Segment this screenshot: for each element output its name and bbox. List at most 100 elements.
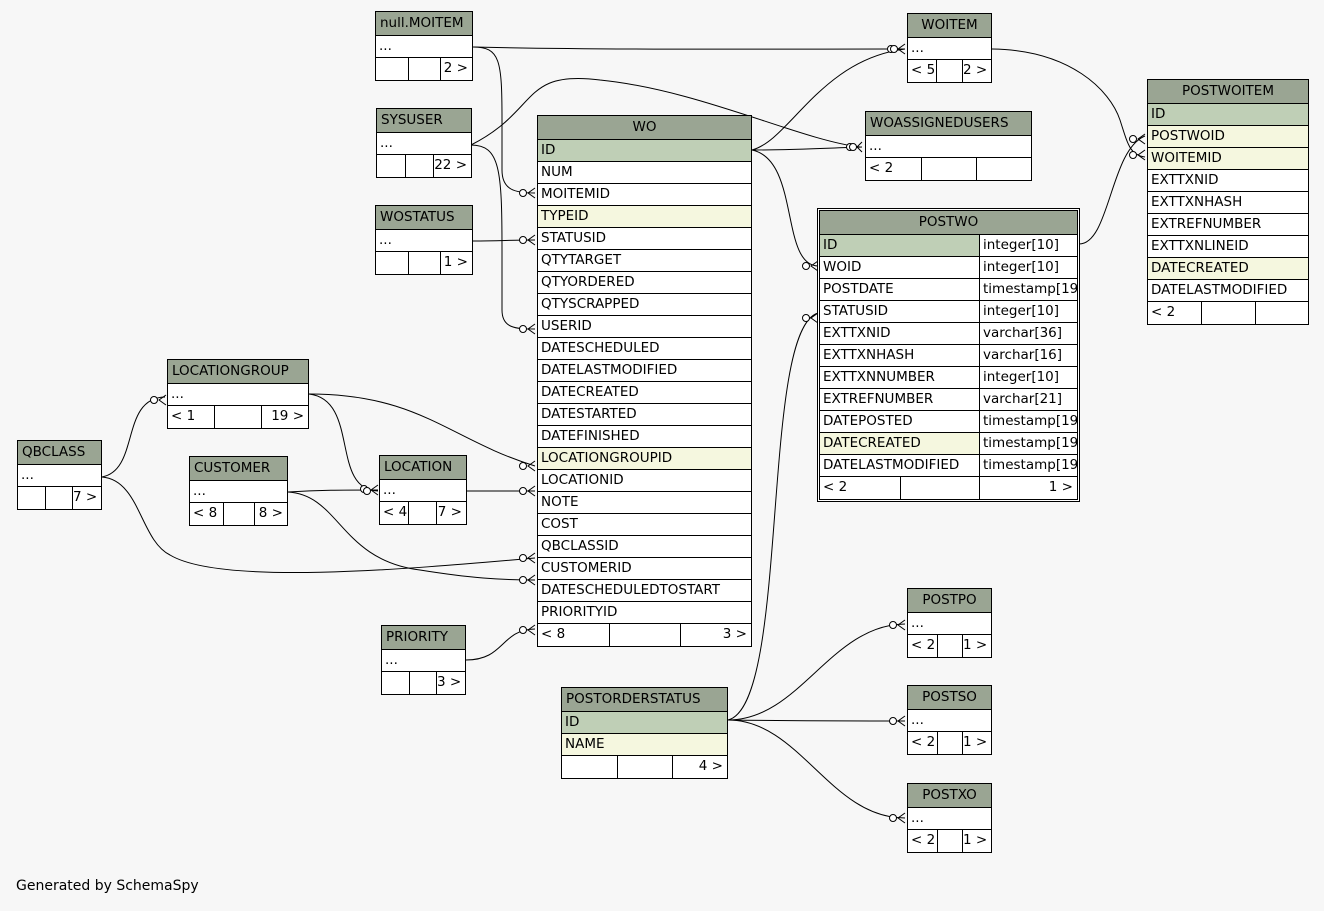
column-row: DATEPOSTED timestamp[19] — [820, 411, 1077, 433]
column-row: EXTTXNHASH varchar[16] — [820, 345, 1077, 367]
cell-text: 4 > — [698, 758, 723, 774]
cell-text: NAME — [565, 736, 605, 752]
cell-text: 22 > — [434, 157, 467, 173]
column-row: CUSTOMERID — [538, 558, 751, 580]
column-row: EXTREFNUMBER varchar[21] — [820, 389, 1077, 411]
column-ellipsis: ... — [911, 810, 924, 826]
cell-text: LOCATIONID — [541, 472, 624, 488]
column-row: ... — [190, 481, 287, 503]
table-postorderstatus[interactable]: POSTORDERSTATUS ID NAME 4 > — [561, 687, 728, 779]
cell-text: QTYSCRAPPED — [541, 296, 640, 312]
table-footer: < 4 7 > — [380, 502, 466, 524]
table-name: POSTWO — [820, 211, 1077, 235]
table-name: POSTWOITEM — [1148, 80, 1308, 104]
edge-moitem-woitem — [472, 46, 906, 50]
column-row: POSTWOID — [1148, 126, 1308, 148]
column-row: DATECREATED — [1148, 258, 1308, 280]
table-footer: < 1 19 > — [168, 406, 308, 428]
column-row: DATESTARTED — [538, 404, 751, 426]
cell-text: EXTTXNLINEID — [1151, 238, 1249, 254]
table-customer[interactable]: CUSTOMER ... < 8 8 > — [189, 456, 288, 526]
cell-text — [618, 756, 673, 778]
table-postwo[interactable]: POSTWO ID integer[10] WOID integer[10] POS… — [817, 208, 1080, 502]
edge-pos-postxo — [727, 719, 906, 819]
edge-priority-wo — [465, 628, 536, 661]
table-name: CUSTOMER — [190, 457, 287, 481]
cell-text — [409, 252, 441, 274]
table-priority[interactable]: PRIORITY ... 3 > — [381, 625, 466, 695]
column-row: DATELASTMODIFIED timestamp[19] — [820, 455, 1077, 477]
table-name: WOASSIGNEDUSERS — [866, 112, 1031, 136]
cell-text: STATUSID — [823, 303, 889, 319]
cell-text — [938, 635, 963, 657]
cell-text: 1 > — [443, 254, 468, 270]
cell-text — [938, 732, 963, 754]
table-woitem[interactable]: WOITEM ... < 5 2 > — [907, 13, 992, 83]
column-row: LOCATIONGROUPID — [538, 448, 751, 470]
table-sysuser[interactable]: SYSUSER ... 22 > — [376, 108, 472, 178]
cell-text: 1 > — [963, 734, 988, 750]
column-ellipsis: ... — [21, 467, 34, 483]
table-postwoitem[interactable]: POSTWOITEM ID POSTWOID WOITEMID EXTTXNID… — [1147, 79, 1309, 325]
column-row: LOCATIONID — [538, 470, 751, 492]
table-wo[interactable]: WO ID NUM MOITEMID TYPEID STATUSID QTYTA… — [537, 115, 752, 647]
edge-pos-postso — [727, 719, 906, 722]
cell-text: COST — [541, 516, 578, 532]
cell-text: < 2 — [908, 635, 938, 657]
column-ellipsis: ... — [911, 712, 924, 728]
column-row: COST — [538, 514, 751, 536]
cell-text: varchar[36] — [979, 323, 1077, 344]
table-postpo[interactable]: POSTPO ... < 2 1 > — [907, 588, 992, 658]
cell-text: 3 > — [722, 626, 747, 642]
cell-text: 1 > — [963, 832, 988, 848]
table-wostatus[interactable]: WOSTATUS ... 1 > — [375, 205, 473, 275]
cell-text: timestamp[19] — [979, 455, 1077, 476]
column-row: ... — [380, 480, 466, 502]
table-postxo[interactable]: POSTXO ... < 2 1 > — [907, 783, 992, 853]
cell-text: WOID — [823, 259, 862, 275]
column-row: NAME — [562, 734, 727, 756]
table-footer: < 8 8 > — [190, 503, 287, 525]
table-locationgroup[interactable]: LOCATIONGROUP ... < 1 19 > — [167, 359, 309, 429]
column-row: QBCLASSID — [538, 536, 751, 558]
column-row: ... — [908, 808, 991, 830]
column-row: ID — [562, 712, 727, 734]
cell-text — [377, 155, 406, 177]
table-footer: < 5 2 > — [908, 60, 991, 82]
cell-text: < 8 — [190, 503, 224, 525]
table-name: QBCLASS — [18, 441, 101, 465]
column-row: WOITEMID — [1148, 148, 1308, 170]
table-woassignedusers[interactable]: WOASSIGNEDUSERS ... < 2 — [865, 111, 1032, 181]
cell-text — [18, 487, 46, 509]
cell-text: NOTE — [541, 494, 579, 510]
column-ellipsis: ... — [385, 652, 398, 668]
column-ellipsis: ... — [383, 482, 396, 498]
column-row: ID integer[10] — [820, 235, 1077, 257]
edge-qbclass-locgroup — [101, 396, 166, 478]
column-row: ... — [377, 133, 471, 155]
cell-text: LOCATIONGROUPID — [541, 450, 673, 466]
table-name: POSTORDERSTATUS — [562, 688, 727, 712]
table-name: POSTXO — [908, 784, 991, 808]
cell-text — [409, 502, 437, 524]
cell-text: EXTTXNNUMBER — [823, 369, 935, 385]
generated-by-footer: Generated by SchemaSpy — [16, 878, 199, 894]
column-ellipsis: ... — [171, 386, 184, 402]
table-name: SYSUSER — [377, 109, 471, 133]
table-location[interactable]: LOCATION ... < 4 7 > — [379, 455, 467, 525]
cell-text: 3 > — [437, 674, 462, 690]
table-qbclass[interactable]: QBCLASS ... 7 > — [17, 440, 102, 510]
table-null-moitem[interactable]: null.MOITEM ... 2 > — [375, 11, 473, 81]
cell-text: < 2 — [908, 830, 938, 852]
cell-text — [406, 155, 434, 177]
column-row: MOITEMID — [538, 184, 751, 206]
table-footer: 3 > — [382, 672, 465, 694]
column-row: POSTDATE timestamp[19] — [820, 279, 1077, 301]
cell-text: USERID — [541, 318, 592, 334]
cell-text: < 2 — [866, 158, 922, 180]
column-row: PRIORITYID — [538, 602, 751, 624]
table-postso[interactable]: POSTSO ... < 2 1 > — [907, 685, 992, 755]
cell-text: timestamp[19] — [979, 279, 1077, 300]
table-footer: 22 > — [377, 155, 471, 177]
cell-text: DATECREATED — [541, 384, 639, 400]
